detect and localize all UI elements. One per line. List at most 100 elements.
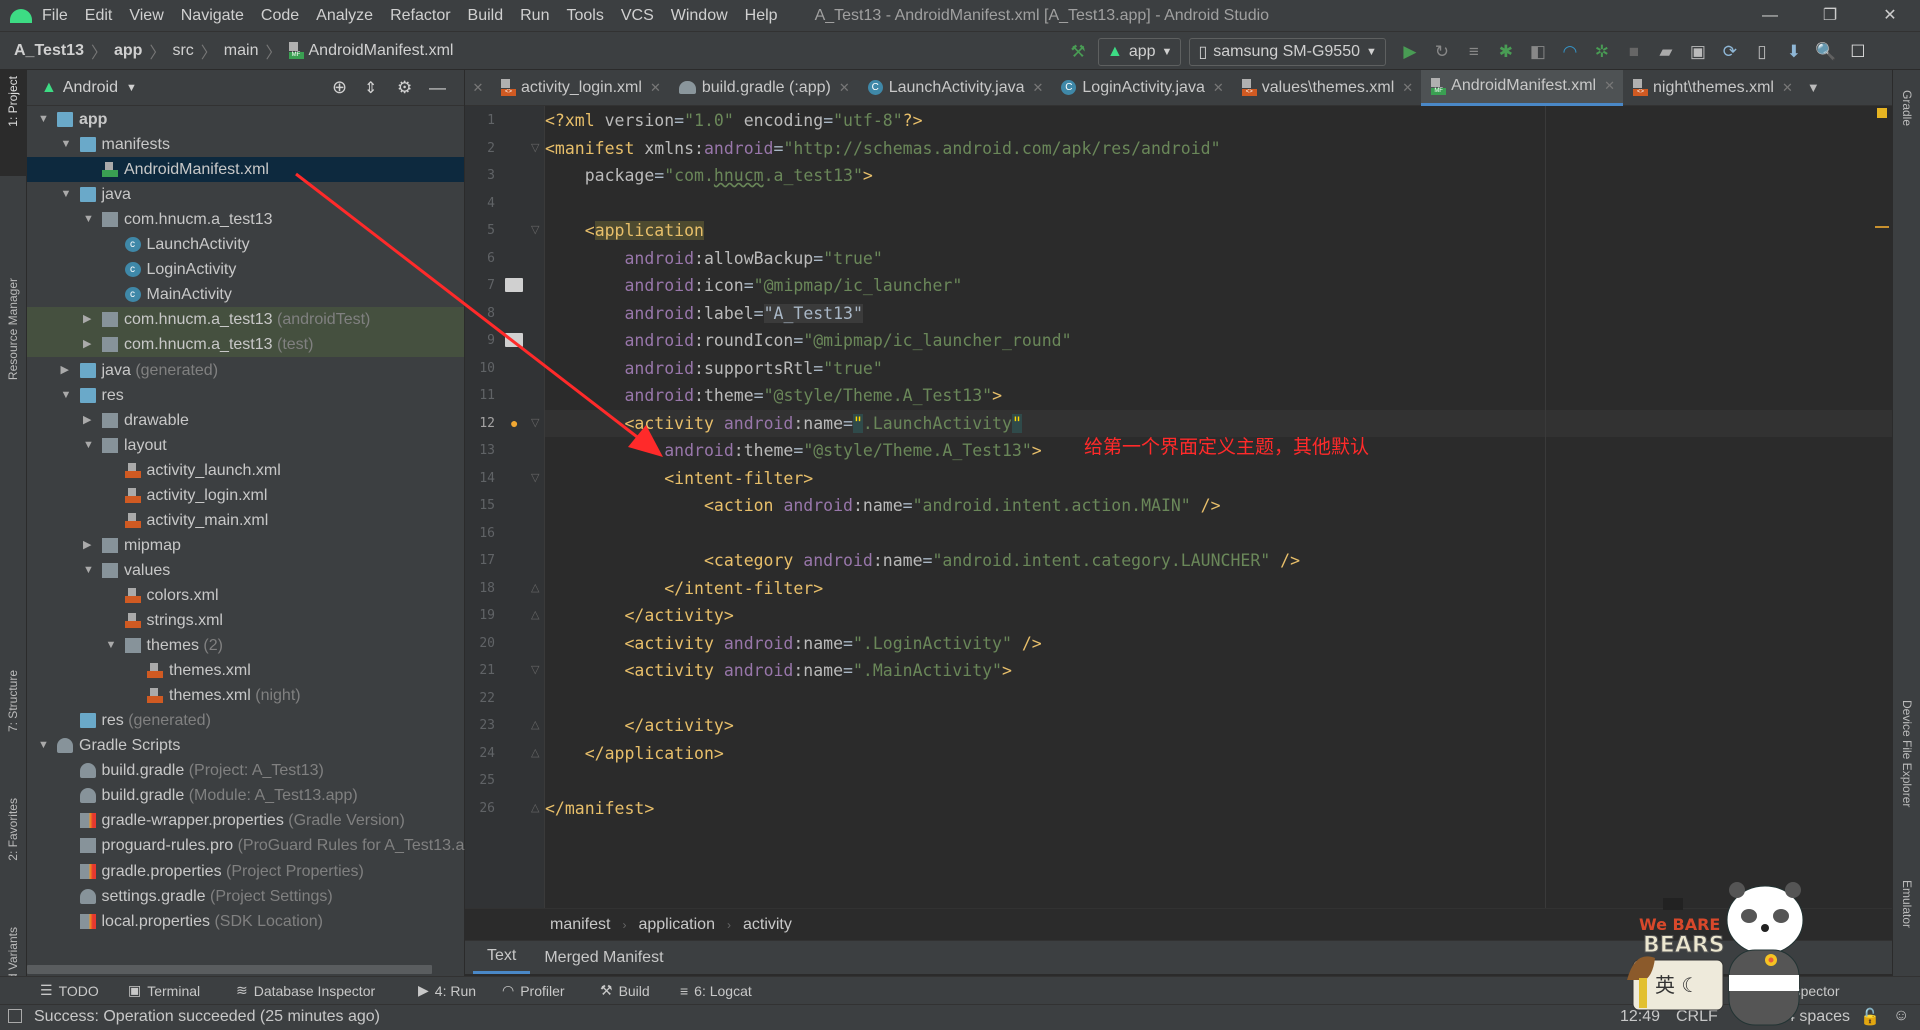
tree-item[interactable]: activity_main.xml xyxy=(27,508,464,533)
expand-arrow-icon[interactable]: ▼ xyxy=(106,633,117,658)
apply-changes-icon[interactable]: ↻ xyxy=(1426,42,1458,62)
path-application[interactable]: application xyxy=(638,916,715,934)
path-activity[interactable]: activity xyxy=(743,916,792,934)
tree-item[interactable]: res (generated) xyxy=(27,708,464,733)
close-icon[interactable]: ✕ xyxy=(650,80,661,96)
menu-window[interactable]: Window xyxy=(671,7,728,25)
fold-marker-icon[interactable]: △ xyxy=(531,712,539,740)
collapse-arrow-icon[interactable]: ▶ xyxy=(61,358,69,383)
debug-attach-icon[interactable]: ✲ xyxy=(1586,42,1618,62)
avd-manager-icon[interactable]: ▣ xyxy=(1682,42,1714,62)
make-project-hammer-icon[interactable]: ⚒ xyxy=(1062,42,1094,62)
tool-6-logcat[interactable]: ≡ 6: Logcat xyxy=(680,983,752,999)
project-view-selector[interactable]: Android xyxy=(63,79,118,97)
menu-view[interactable]: View xyxy=(129,7,163,25)
menu-edit[interactable]: Edit xyxy=(85,7,113,25)
tool-window-emulator[interactable]: Emulator xyxy=(1900,880,1914,928)
tool-todo[interactable]: ☰ TODO xyxy=(40,982,99,999)
expand-arrow-icon[interactable]: ▼ xyxy=(38,733,49,758)
tab-androidmanifest-xml[interactable]: MF AndroidManifest.xml ✕ xyxy=(1421,69,1624,106)
inspector-hat-icon[interactable]: ☺ xyxy=(1893,1007,1909,1025)
tree-item[interactable]: ▶ drawable xyxy=(27,408,464,433)
menu-vcs[interactable]: VCS xyxy=(621,7,654,25)
debug-icon[interactable]: ✱ xyxy=(1490,42,1522,62)
inspection-status-icon[interactable] xyxy=(1877,108,1887,118)
tool-window-structure[interactable]: 7: Structure xyxy=(6,670,20,732)
expand-arrow-icon[interactable]: ▼ xyxy=(61,132,72,157)
hide-panel-icon[interactable]: — xyxy=(429,78,446,98)
stop-icon[interactable]: ■ xyxy=(1618,42,1650,62)
tree-item[interactable]: ▶ com.hnucm.a_test13 (androidTest) xyxy=(27,307,464,333)
breadcrumb-module[interactable]: app xyxy=(114,42,142,60)
search-icon[interactable]: 🔍 xyxy=(1810,42,1842,62)
tree-item[interactable]: ▼ layout xyxy=(27,433,464,458)
tab-loginactivity-java[interactable]: C LoginActivity.java ✕ xyxy=(1051,70,1231,106)
path-manifest[interactable]: manifest xyxy=(550,916,610,934)
account-icon[interactable]: ☐ xyxy=(1842,42,1874,62)
tree-item[interactable]: ▶ mipmap xyxy=(27,533,464,558)
fold-marker-icon[interactable]: △ xyxy=(531,740,539,768)
breadcrumb-src[interactable]: src xyxy=(172,42,193,60)
locate-file-icon[interactable]: ⊕ xyxy=(332,77,347,98)
tree-item[interactable]: ▼ app xyxy=(27,107,464,132)
tool-window-gradle[interactable]: Gradle xyxy=(1900,90,1914,126)
menu-analyze[interactable]: Analyze xyxy=(316,7,373,25)
tree-item[interactable]: colors.xml xyxy=(27,583,464,608)
tool-4-run[interactable]: ▶ 4: Run xyxy=(418,982,476,999)
tree-item[interactable]: gradle.properties (Project Properties) xyxy=(27,859,464,884)
close-button[interactable]: ✕ xyxy=(1860,0,1920,31)
tree-item[interactable]: gradle-wrapper.properties (Gradle Versio… xyxy=(27,808,464,833)
breadcrumb-main[interactable]: main xyxy=(224,42,259,60)
close-icon[interactable]: ✕ xyxy=(1782,80,1793,96)
tool-window-device-file-explorer[interactable]: Device File Explorer xyxy=(1900,700,1914,807)
tree-item[interactable]: ▶ com.hnucm.a_test13 (test) xyxy=(27,332,464,358)
menu-tools[interactable]: Tools xyxy=(566,7,603,25)
minimize-button[interactable]: — xyxy=(1740,0,1800,31)
tab-build-gradle-app-[interactable]: build.gradle (:app) ✕ xyxy=(669,70,858,106)
tree-item[interactable]: AndroidManifest.xml xyxy=(27,157,464,183)
menu-file[interactable]: File xyxy=(42,7,68,25)
tree-item[interactable]: ▼ manifests xyxy=(27,132,464,157)
close-icon[interactable]: ✕ xyxy=(1402,80,1413,96)
tool-window-resource-manager[interactable]: Resource Manager xyxy=(6,278,20,380)
image-preview-icon[interactable] xyxy=(505,333,523,347)
tree-item[interactable]: proguard-rules.pro (ProGuard Rules for A… xyxy=(27,833,487,858)
expand-arrow-icon[interactable]: ▼ xyxy=(83,558,94,583)
scrollbar-warning-marker[interactable] xyxy=(1875,226,1889,228)
collapse-arrow-icon[interactable]: ▶ xyxy=(83,408,91,433)
device-manager-icon[interactable]: ▯ xyxy=(1746,42,1778,62)
collapse-all-icon[interactable]: ⇕ xyxy=(364,78,377,98)
close-icon[interactable]: ✕ xyxy=(1213,80,1224,96)
attach-debugger-icon[interactable]: ◧ xyxy=(1522,42,1554,62)
fold-marker-icon[interactable]: △ xyxy=(531,602,539,630)
apply-code-changes-icon[interactable]: ≡ xyxy=(1458,42,1490,62)
project-horizontal-scrollbar[interactable] xyxy=(27,965,432,974)
tree-item[interactable]: settings.gradle (Project Settings) xyxy=(27,884,464,909)
tool-window-project[interactable]: 1: Project xyxy=(6,76,20,127)
tree-item[interactable]: activity_login.xml xyxy=(27,483,464,508)
chevron-down-icon[interactable]: ▼ xyxy=(126,82,137,94)
tree-item[interactable]: c MainActivity xyxy=(27,282,464,307)
tree-item[interactable]: c LaunchActivity xyxy=(27,232,464,257)
fold-marker-icon[interactable]: ▽ xyxy=(531,465,539,493)
profile-icon[interactable]: ◠ xyxy=(1554,42,1586,62)
intention-bulb-icon[interactable]: ● xyxy=(510,410,518,438)
sync-gradle-icon[interactable]: ⟳ xyxy=(1714,42,1746,62)
expand-arrow-icon[interactable]: ▼ xyxy=(83,433,94,458)
fold-marker-icon[interactable]: ▽ xyxy=(531,135,539,163)
close-icon[interactable]: ✕ xyxy=(1033,80,1044,96)
tree-item[interactable]: activity_launch.xml xyxy=(27,458,464,483)
menu-build[interactable]: Build xyxy=(468,7,504,25)
tree-item[interactable]: ▼ res xyxy=(27,383,464,408)
menu-refactor[interactable]: Refactor xyxy=(390,7,450,25)
code-editor[interactable]: <?xml version="1.0" encoding="utf-8"?> <m… xyxy=(545,106,1892,908)
fold-marker-icon[interactable]: ▽ xyxy=(531,657,539,685)
tree-item[interactable]: themes.xml xyxy=(27,658,464,683)
tree-item[interactable]: local.properties (SDK Location) xyxy=(27,909,464,934)
fold-marker-icon[interactable]: ▽ xyxy=(531,410,539,438)
collapse-arrow-icon[interactable]: ▶ xyxy=(83,307,91,332)
tab-merged-manifest[interactable]: Merged Manifest xyxy=(530,941,677,974)
collapse-arrow-icon[interactable]: ▶ xyxy=(83,533,91,558)
fold-marker-icon[interactable]: ▽ xyxy=(531,217,539,245)
tab-activity-login-xml[interactable]: <> activity_login.xml ✕ xyxy=(491,70,669,106)
